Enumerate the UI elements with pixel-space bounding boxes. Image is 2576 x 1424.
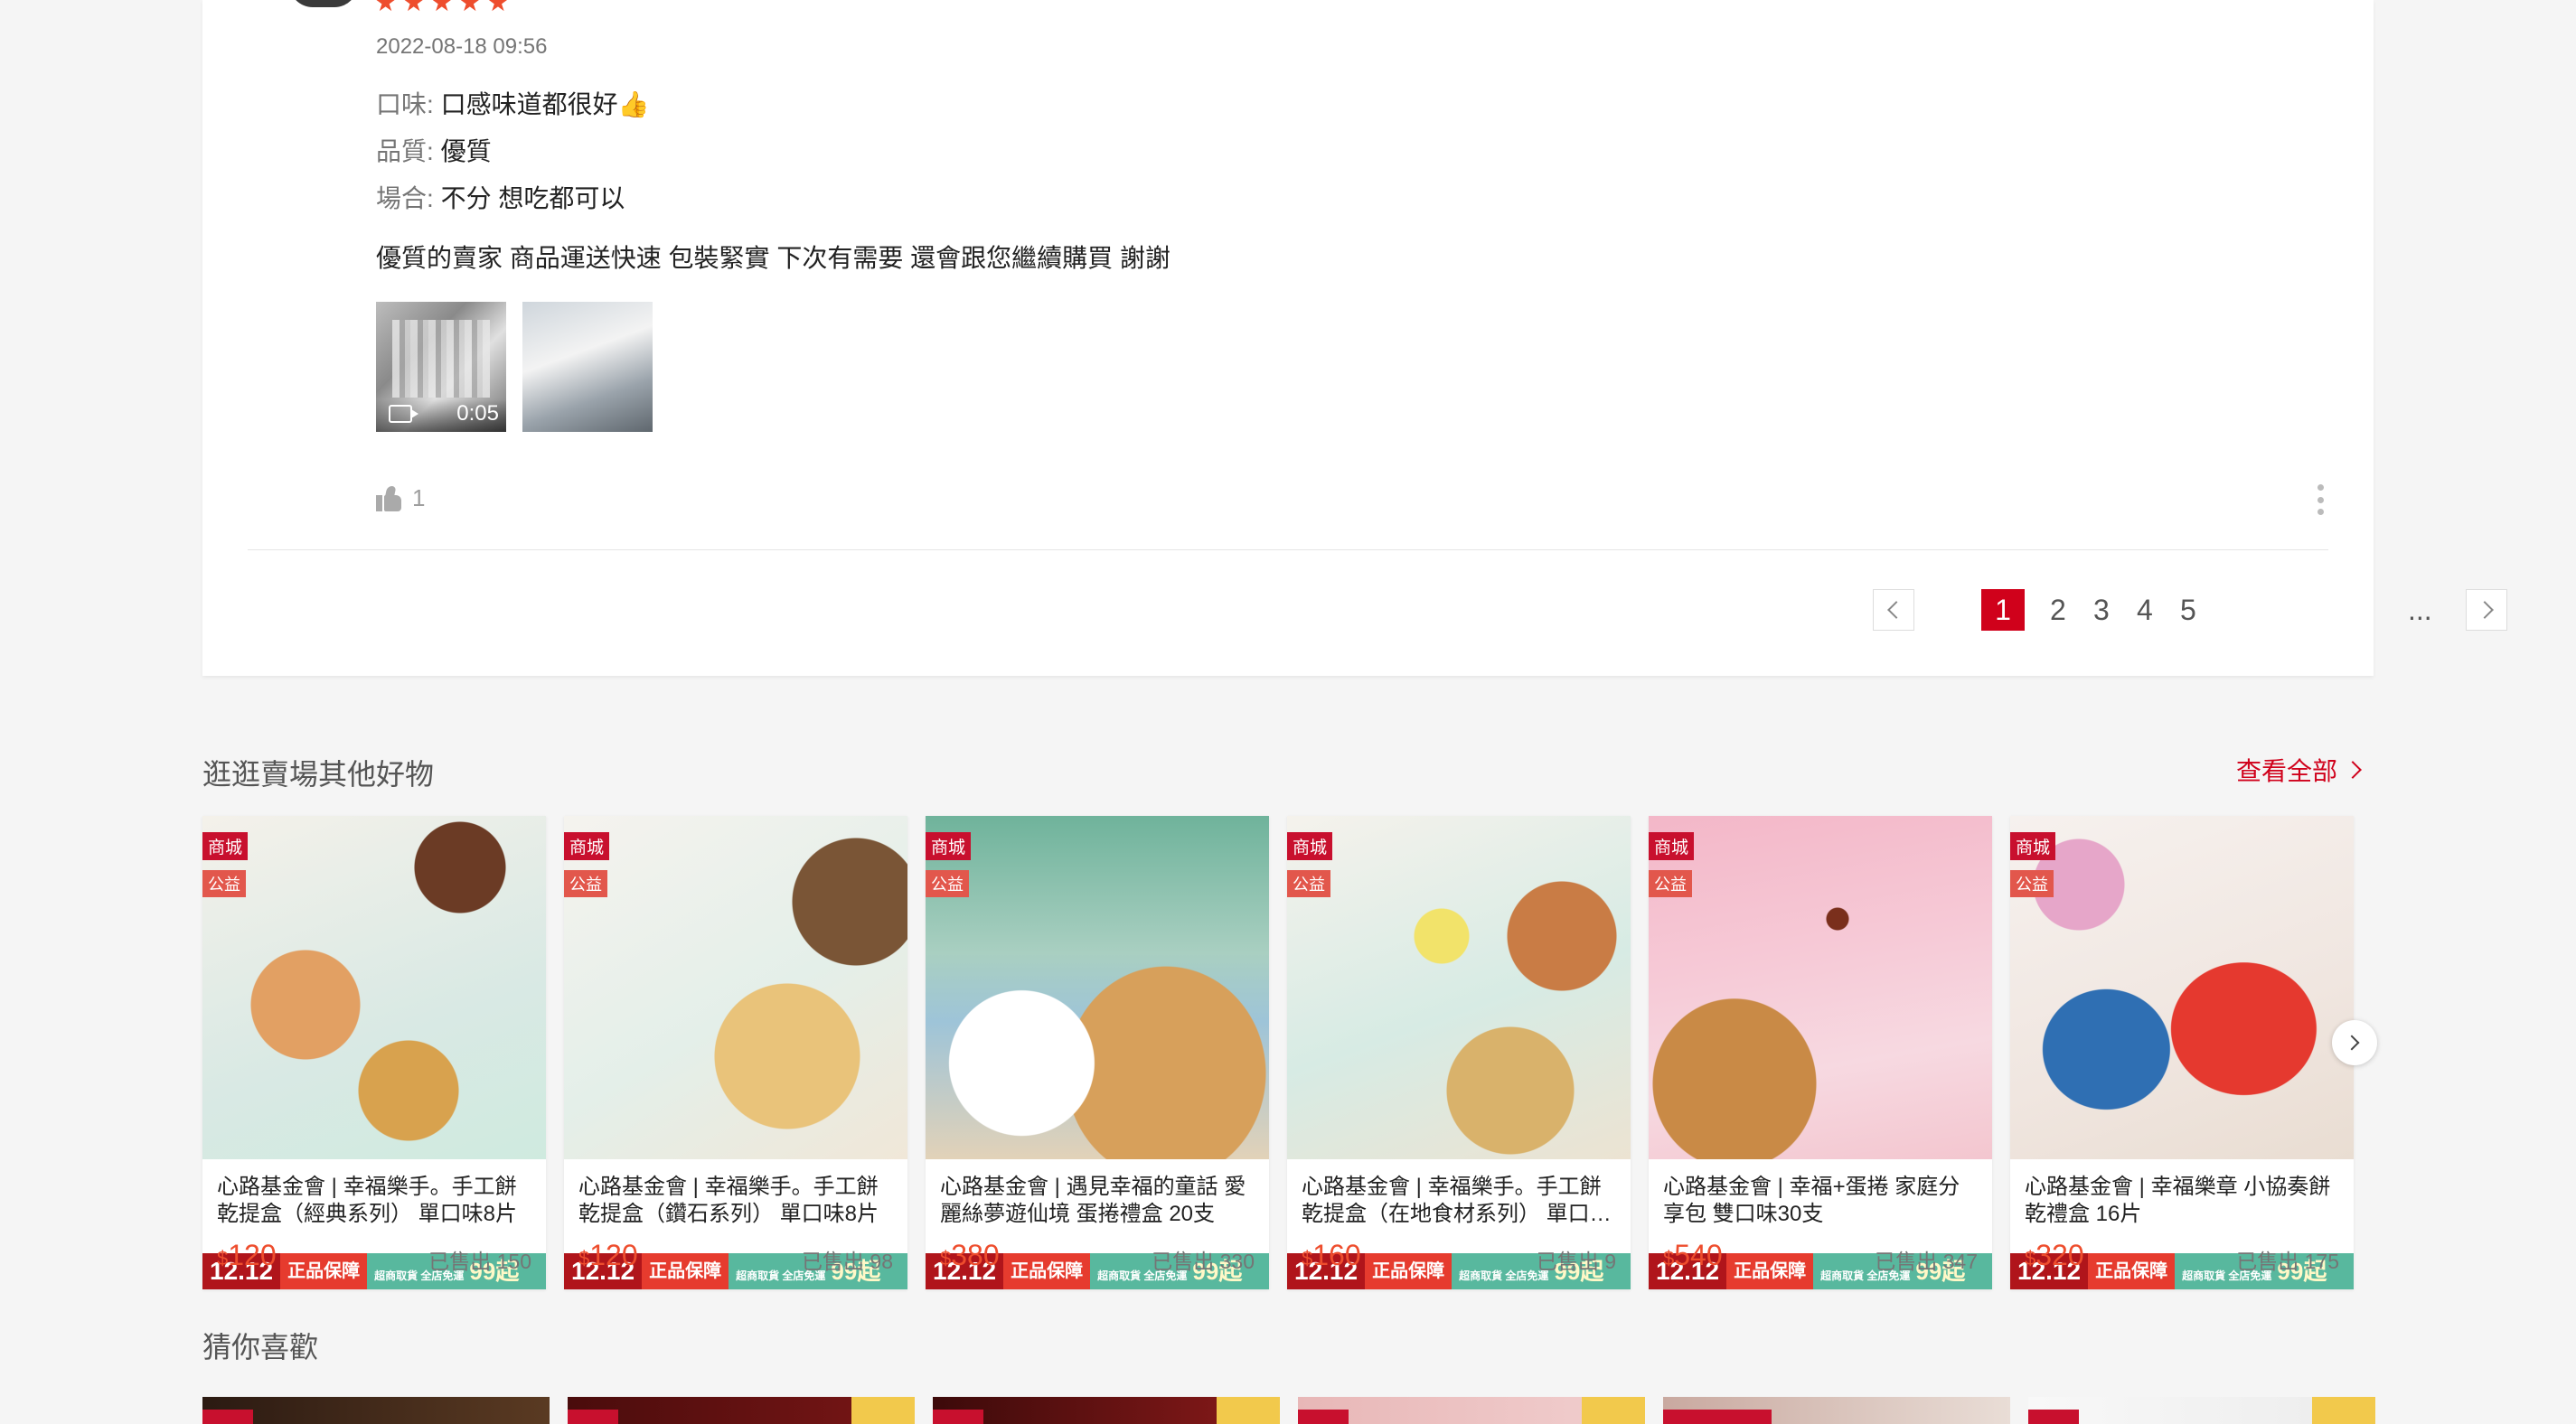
prev-page-button[interactable]: [1873, 589, 1914, 631]
product-price: $120: [578, 1239, 638, 1271]
recommend-card[interactable]: [1298, 1397, 1645, 1424]
quality-label: 品質:: [376, 137, 434, 165]
recommend-section-title: 猜你喜歡: [202, 1331, 319, 1363]
video-duration: 0:05: [456, 401, 499, 426]
occasion-label: 場合:: [376, 184, 434, 212]
next-page-button[interactable]: [2466, 589, 2507, 631]
page-4[interactable]: 4: [2137, 589, 2153, 631]
product-image: [202, 816, 546, 1159]
product-image: [2010, 816, 2354, 1159]
mall-badge: 商城: [564, 832, 610, 860]
product-card[interactable]: 商城 公益 12.12 正品保障 超商取貨 全店免運 99起 心路基金會 | 幸福…: [1287, 816, 1631, 1289]
product-name: 心路基金會 | 幸福+蛋捲 家庭分享包 雙口味30支: [1663, 1175, 1960, 1226]
review-taste: 口味: 口感味道都很好👍: [376, 85, 649, 121]
product-name: 心路基金會 | 幸福樂章 小協奏餅乾禮盒 16片: [2025, 1175, 2331, 1226]
product-sold-count: 已售出 175: [2236, 1250, 2339, 1273]
product-price: $160: [1302, 1239, 1361, 1271]
review-quality: 品質: 優質: [376, 132, 492, 168]
mall-badge: 商城: [1649, 832, 1695, 860]
product-image: [1649, 816, 1992, 1159]
charity-badge: 公益: [564, 870, 607, 897]
product-name: 心路基金會 | 遇見幸福的童話 愛麗絲夢遊仙境 蛋捲禮盒 20支: [940, 1175, 1246, 1226]
product-card[interactable]: 商城 公益 12.12 正品保障 超商取貨 全店免運 99起 心路基金會 | 幸福…: [2010, 816, 2354, 1289]
product-card[interactable]: 商城 公益 12.12 正品保障 超商取貨 全店免運 99起 心路基金會 | 遇見…: [926, 816, 1269, 1289]
review-card: ★★★★★ 2022-08-18 09:56 口味: 口感味道都很好👍 品質: …: [202, 0, 2507, 676]
view-all-link[interactable]: 查看全部: [2235, 752, 2362, 788]
view-all-label: 查看全部: [2235, 757, 2337, 785]
mall-badge: 商城: [926, 832, 972, 860]
video-camera-icon: [389, 405, 418, 423]
charity-badge: 公益: [2010, 870, 2054, 897]
recommend-card[interactable]: [202, 1397, 550, 1424]
charity-badge: 公益: [202, 870, 246, 897]
product-price: $320: [2025, 1239, 2084, 1271]
review-date: 2022-08-18 09:56: [376, 34, 548, 59]
recommend-card[interactable]: [933, 1397, 1280, 1424]
quality-value: 優質: [440, 137, 492, 165]
recommend-card[interactable]: [2028, 1397, 2375, 1424]
review-video-thumbnail[interactable]: 0:05: [376, 302, 506, 432]
product-image: [926, 816, 1269, 1159]
product-sold-count: 已售出 9: [1536, 1250, 1616, 1273]
charity-badge: 公益: [1649, 870, 1692, 897]
page-2[interactable]: 2: [2050, 589, 2066, 631]
product-card[interactable]: 商城 公益 12.12 正品保障 超商取貨 全店免運 99起 心路基金會 | 幸福…: [1649, 816, 1992, 1289]
product-card[interactable]: 商城 公益 12.12 正品保障 超商取貨 全店免運 99起 心路基金會 | 幸福…: [202, 816, 546, 1289]
page-1[interactable]: 1: [1981, 589, 2025, 631]
review-comment: 優質的賣家 商品運送快速 包裝緊實 下次有需要 還會跟您繼續購買 謝謝: [376, 244, 1170, 272]
like-count: 1: [412, 484, 426, 511]
charity-badge: 公益: [1287, 870, 1330, 897]
product-name: 心路基金會 | 幸福樂手。手工餅乾提盒（經典系列） 單口味8片: [217, 1175, 518, 1226]
product-name: 心路基金會 | 幸福樂手。手工餅乾提盒（在地食材系列） 單口…: [1302, 1175, 1612, 1226]
product-price: $120: [217, 1239, 277, 1271]
mall-badge: 商城: [202, 832, 249, 860]
chevron-right-icon: [2344, 761, 2362, 779]
occasion-value: 不分 想吃都可以: [440, 184, 625, 212]
product-card[interactable]: 商城 公益 12.12 正品保障 超商取貨 全店免運 99起 心路基金會 | 幸福…: [564, 816, 907, 1289]
page-3[interactable]: 3: [2093, 589, 2110, 631]
taste-label: 口味:: [376, 90, 434, 118]
taste-value: 口感味道都很好👍: [440, 90, 650, 118]
page-ellipsis[interactable]: ...: [2408, 589, 2432, 631]
like-button[interactable]: 1: [376, 484, 425, 512]
mall-badge: 商城: [1287, 832, 1333, 860]
product-sold-count: 已售出 98: [802, 1250, 893, 1273]
review-occasion: 場合: 不分 想吃都可以: [376, 179, 625, 215]
reviewer-avatar: [289, 0, 358, 7]
mall-badge: 商城: [2010, 832, 2056, 860]
thumbs-up-icon: [376, 485, 401, 511]
recommend-card[interactable]: [568, 1397, 915, 1424]
product-sold-count: 已售出 150: [428, 1250, 531, 1273]
product-image: [1287, 816, 1631, 1159]
product-price: $540: [1663, 1239, 1723, 1271]
recommend-card[interactable]: [1663, 1397, 2010, 1424]
video-preview-image: [392, 320, 490, 398]
divider: [248, 549, 2328, 550]
product-price: $380: [940, 1239, 1000, 1271]
more-options-icon[interactable]: [2317, 484, 2325, 515]
product-image: [564, 816, 907, 1159]
shop-section-title: 逛逛賣場其他好物: [202, 758, 435, 791]
product-name: 心路基金會 | 幸福樂手。手工餅乾提盒（鑽石系列） 單口味8片: [578, 1175, 879, 1226]
product-sold-count: 已售出 347: [1875, 1250, 1978, 1273]
rating-stars: ★★★★★: [374, 0, 515, 16]
page-5[interactable]: 5: [2180, 589, 2196, 631]
carousel-next-button[interactable]: [2332, 1020, 2377, 1065]
charity-badge: 公益: [926, 870, 969, 897]
review-photo-thumbnail[interactable]: [522, 302, 653, 432]
product-sold-count: 已售出 330: [1152, 1250, 1255, 1273]
